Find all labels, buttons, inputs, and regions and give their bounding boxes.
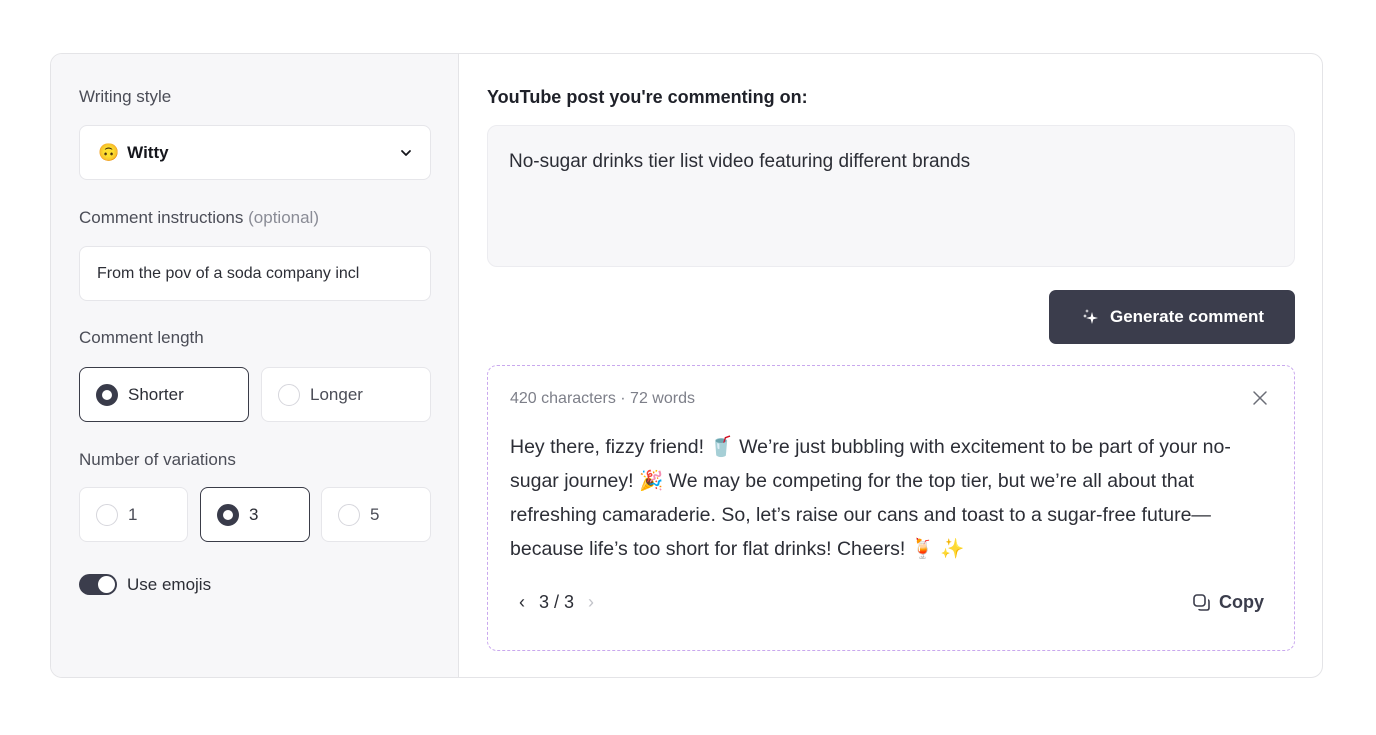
- generate-comment-label: Generate comment: [1110, 307, 1264, 326]
- main-panel: YouTube post you're commenting on: No-su…: [459, 54, 1322, 677]
- variations-option-3[interactable]: 3: [200, 487, 310, 542]
- writing-style-value: Witty: [127, 142, 169, 162]
- optional-hint: (optional): [248, 208, 319, 227]
- instructions-label-text: Comment instructions: [79, 208, 244, 227]
- comment-generator-card: Writing style 🙃 Witty Comment instructio…: [50, 53, 1323, 678]
- variation-count: 3 / 3: [539, 592, 575, 612]
- post-label: YouTube post you're commenting on:: [487, 87, 808, 107]
- use-emojis-toggle[interactable]: Use emojis: [79, 574, 211, 595]
- option-label: 5: [370, 504, 380, 524]
- chevron-down-icon: [401, 149, 411, 156]
- variations-label: Number of variations: [79, 450, 236, 469]
- radio-selected-icon: [96, 383, 118, 406]
- post-description-textarea[interactable]: No-sugar drinks tier list video featurin…: [487, 125, 1295, 267]
- writing-style-select[interactable]: 🙃 Witty: [79, 125, 431, 180]
- option-label: Longer: [310, 384, 363, 404]
- instructions-input[interactable]: [79, 246, 431, 301]
- writing-style-label: Writing style: [79, 87, 172, 106]
- copy-icon: [1193, 593, 1210, 611]
- use-emojis-label: Use emojis: [127, 574, 212, 594]
- settings-sidebar: Writing style 🙃 Witty Comment instructio…: [51, 54, 459, 677]
- copy-button[interactable]: Copy: [1192, 592, 1264, 613]
- generate-comment-button[interactable]: Generate comment: [1049, 290, 1295, 344]
- toggle-switch[interactable]: [79, 574, 117, 595]
- instructions-label: Comment instructions (optional): [79, 208, 319, 228]
- sparkles-icon: [1083, 309, 1098, 324]
- option-label: 1: [128, 504, 138, 524]
- variations-option-1[interactable]: 1: [79, 487, 188, 542]
- radio-selected-icon: [217, 503, 239, 526]
- comment-stats: 420 characters · 72 words: [510, 390, 695, 407]
- generated-comment-text: Hey there, fizzy friend! 🥤 We’re just bu…: [510, 436, 1231, 560]
- length-option-longer[interactable]: Longer: [261, 367, 431, 422]
- radio-unselected-icon: [96, 503, 118, 526]
- close-icon[interactable]: [1252, 390, 1268, 406]
- generated-comment-card: 420 characters · 72 words Hey there, fiz…: [487, 365, 1295, 651]
- toggle-knob: [98, 576, 115, 593]
- upside-down-face-icon: 🙃: [98, 142, 120, 162]
- prev-variation-button[interactable]: ‹: [515, 592, 529, 613]
- copy-label: Copy: [1219, 592, 1264, 612]
- radio-unselected-icon: [338, 503, 360, 526]
- option-label: Shorter: [128, 384, 184, 404]
- next-variation-button[interactable]: ›: [584, 592, 598, 613]
- length-option-shorter[interactable]: Shorter: [79, 367, 249, 422]
- variation-pager: ‹ 3 / 3 ›: [515, 592, 598, 613]
- variations-option-5[interactable]: 5: [321, 487, 431, 542]
- comment-length-label: Comment length: [79, 328, 204, 347]
- option-label: 3: [249, 504, 259, 524]
- radio-unselected-icon: [278, 383, 300, 406]
